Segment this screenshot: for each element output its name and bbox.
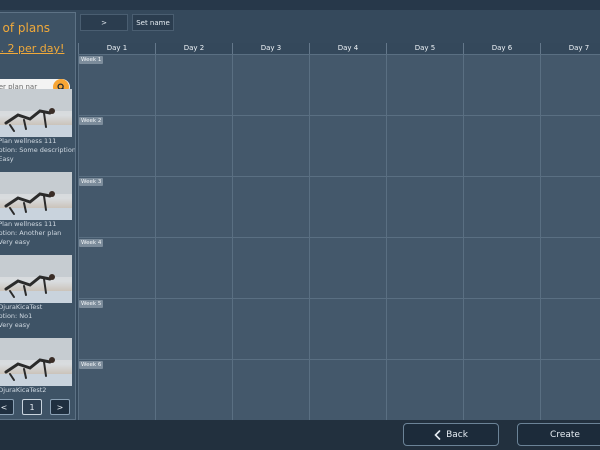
- day-cell[interactable]: [232, 237, 309, 298]
- day-cell[interactable]: [386, 298, 463, 359]
- day-cell[interactable]: [232, 298, 309, 359]
- day-cell[interactable]: [463, 54, 540, 115]
- plan-name: : Plan wellness 111: [0, 137, 57, 145]
- plan-difficulty: : Easy: [0, 155, 14, 163]
- day-cell[interactable]: [386, 54, 463, 115]
- plan-description: ription: Some description: [0, 146, 76, 154]
- back-button[interactable]: Back: [403, 423, 499, 446]
- day-header: Day 6: [463, 43, 540, 54]
- plans-pager: < 1 >: [0, 399, 70, 415]
- bottom-bar: [0, 420, 600, 450]
- day-cell[interactable]: [540, 54, 600, 115]
- day-cell[interactable]: [309, 298, 386, 359]
- plan-name: : DjuraKicaTest: [0, 303, 43, 311]
- day-header: Day 1: [78, 43, 155, 54]
- day-cell[interactable]: [309, 115, 386, 176]
- back-label: Back: [446, 429, 468, 440]
- week-label: Week 1: [79, 56, 104, 64]
- day-cell[interactable]: [232, 54, 309, 115]
- plan-thumbnail: [0, 255, 72, 303]
- day-cell[interactable]: [386, 237, 463, 298]
- create-label: Create: [550, 429, 580, 440]
- day-cell[interactable]: [386, 176, 463, 237]
- week-label: Week 2: [79, 117, 104, 125]
- day-cell[interactable]: [540, 176, 600, 237]
- week-label: Week 3: [79, 178, 104, 186]
- plan-name: : Plan wellness 111: [0, 220, 57, 228]
- current-page: 1: [22, 399, 42, 415]
- day-header: Day 2: [155, 43, 232, 54]
- day-cell[interactable]: [155, 115, 232, 176]
- plan-thumbnail: [0, 172, 72, 220]
- day-cell[interactable]: [309, 54, 386, 115]
- plan-description: ription: Another plan: [0, 229, 62, 237]
- plan-thumbnail: [0, 89, 72, 137]
- plan-difficulty: : Very easy: [0, 321, 30, 329]
- day-header: Day 7: [540, 43, 600, 54]
- plan-card[interactable]: : DjuraKicaTest2: [0, 338, 72, 395]
- week-label: Week 6: [79, 361, 104, 369]
- day-cell[interactable]: [463, 359, 540, 420]
- week-label: Week 5: [79, 300, 104, 308]
- day-cell[interactable]: [540, 237, 600, 298]
- plan-card[interactable]: : Plan wellness 111 ription: Another pla…: [0, 172, 72, 247]
- plan-card[interactable]: : DjuraKicaTest ription: No1 : Very easy: [0, 255, 72, 330]
- day-cell[interactable]: [463, 298, 540, 359]
- week-label: Week 4: [79, 239, 104, 247]
- top-bar: [0, 0, 600, 10]
- chevron-left-icon: [434, 429, 441, 440]
- plan-thumbnail: [0, 338, 72, 386]
- day-cell[interactable]: [232, 359, 309, 420]
- day-cell[interactable]: [463, 237, 540, 298]
- plans-panel-title: t of plans: [0, 21, 51, 35]
- plan-description: ription: No1: [0, 312, 33, 320]
- plan-difficulty: : Very easy: [0, 238, 30, 246]
- plans-limit-note: x. 2 per day!: [0, 42, 65, 55]
- next-page-button[interactable]: >: [50, 399, 70, 415]
- day-cell[interactable]: [155, 298, 232, 359]
- day-cell[interactable]: [309, 359, 386, 420]
- day-cell[interactable]: [232, 115, 309, 176]
- day-cell[interactable]: [232, 176, 309, 237]
- prev-page-button[interactable]: <: [0, 399, 14, 415]
- day-cell[interactable]: [386, 115, 463, 176]
- day-cell[interactable]: [309, 237, 386, 298]
- day-header: Day 3: [232, 43, 309, 54]
- day-cell[interactable]: [386, 359, 463, 420]
- day-cell[interactable]: [155, 237, 232, 298]
- set-name-button[interactable]: Set name: [132, 14, 174, 31]
- day-header: Day 4: [309, 43, 386, 54]
- day-header: Day 5: [386, 43, 463, 54]
- chevron-right-icon: >: [101, 18, 107, 27]
- expand-panel-button[interactable]: >: [80, 14, 128, 31]
- day-cell[interactable]: [463, 176, 540, 237]
- create-button[interactable]: Create: [517, 423, 600, 446]
- day-cell[interactable]: [540, 298, 600, 359]
- plan-name: : DjuraKicaTest2: [0, 386, 47, 394]
- day-cell[interactable]: [309, 176, 386, 237]
- day-cell[interactable]: [155, 54, 232, 115]
- day-cell[interactable]: [540, 359, 600, 420]
- day-cell[interactable]: [155, 359, 232, 420]
- plans-panel: t of plans x. 2 per day! : Plan wellness…: [0, 12, 76, 420]
- day-cell[interactable]: [155, 176, 232, 237]
- day-cell[interactable]: [463, 115, 540, 176]
- day-cell[interactable]: [540, 115, 600, 176]
- calendar-grid: Day 1 Day 2 Day 3 Day 4 Day 5 Day 6 Day 7 Week …: [78, 43, 600, 420]
- plan-card[interactable]: : Plan wellness 111 ription: Some descri…: [0, 89, 76, 164]
